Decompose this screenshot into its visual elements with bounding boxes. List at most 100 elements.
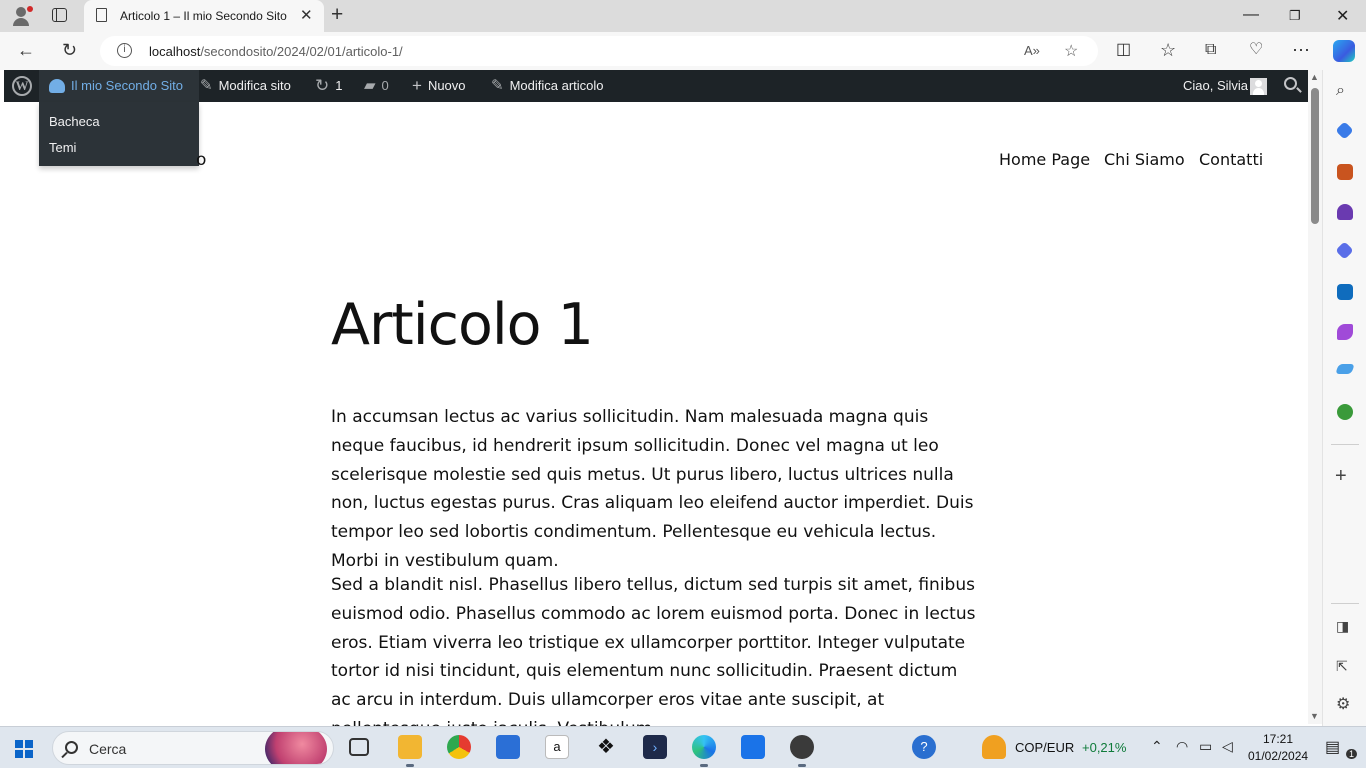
- taskbar-search-box[interactable]: Cerca: [52, 731, 334, 765]
- url-text[interactable]: localhost/secondosito/2024/02/01/articol…: [149, 44, 403, 59]
- collections-icon[interactable]: ⧉: [1205, 40, 1216, 60]
- volume-icon[interactable]: ◁: [1222, 738, 1233, 755]
- minimize-icon[interactable]: —: [1243, 6, 1259, 24]
- drop-send-icon[interactable]: [1335, 364, 1355, 374]
- scroll-up-arrow-icon[interactable]: ▲: [1310, 72, 1319, 82]
- github-icon[interactable]: [790, 735, 814, 767]
- favorites-icon[interactable]: ☆: [1160, 40, 1176, 60]
- updates-link[interactable]: ↻ 1: [315, 70, 342, 102]
- more-icon[interactable]: ⋯: [1292, 40, 1310, 60]
- scroll-down-arrow-icon[interactable]: ▼: [1310, 711, 1319, 721]
- dashboard-gauge-icon: [49, 79, 65, 93]
- sidebar-search-icon[interactable]: ⌕: [1336, 82, 1345, 100]
- edit-site-link[interactable]: ✎ Modifica sito: [200, 70, 291, 102]
- notifications-icon[interactable]: ▤: [1325, 737, 1340, 757]
- taskbar-search-placeholder: Cerca: [89, 741, 127, 757]
- chevron-up-icon[interactable]: ⌃: [1151, 738, 1163, 755]
- split-screen-icon[interactable]: ◫: [1116, 40, 1131, 60]
- nav-chi-siamo[interactable]: Chi Siamo: [1104, 150, 1185, 169]
- chrome-icon[interactable]: [447, 735, 471, 759]
- new-content-link[interactable]: + Nuovo: [412, 70, 466, 102]
- updates-count: 1: [335, 78, 343, 93]
- windows-taskbar: Cerca a ❖ › ? COP/EUR +0,21% ⌃ ◠ ▭ ◁ 17:…: [0, 726, 1366, 768]
- site-name-dropdown: Bacheca Temi: [39, 102, 199, 166]
- designer-icon[interactable]: [1337, 324, 1353, 340]
- mail-icon[interactable]: [741, 735, 765, 759]
- edit-site-label: Modifica sito: [218, 78, 291, 93]
- microsoft-store-icon[interactable]: [496, 735, 520, 759]
- powershell-icon[interactable]: ›: [643, 735, 667, 759]
- nav-home-page[interactable]: Home Page: [999, 150, 1090, 169]
- site-name-label: Il mio Secondo Sito: [71, 78, 184, 93]
- plus-icon[interactable]: +: [331, 3, 343, 27]
- nav-contatti[interactable]: Contatti: [1199, 150, 1263, 169]
- search-icon: [65, 741, 78, 754]
- gear-icon[interactable]: ⚙: [1336, 696, 1350, 714]
- clock-date[interactable]: 01/02/2024: [1248, 749, 1308, 763]
- site-title[interactable]: o: [196, 150, 206, 170]
- open-external-icon[interactable]: ⇱: [1336, 657, 1348, 675]
- close-window-icon[interactable]: ✕: [1336, 6, 1349, 26]
- refresh-icon[interactable]: ↻: [62, 40, 77, 60]
- wordpress-logo-icon[interactable]: W: [12, 76, 32, 96]
- add-plus-icon[interactable]: +: [1335, 466, 1347, 486]
- task-view-icon[interactable]: [349, 738, 369, 756]
- dropdown-item-temi[interactable]: Temi: [49, 140, 76, 155]
- edge-icon[interactable]: [692, 735, 716, 767]
- tools-briefcase-icon[interactable]: [1337, 164, 1353, 180]
- edit-post-label: Modifica articolo: [509, 78, 604, 93]
- currency-widget-icon[interactable]: [982, 735, 1006, 759]
- widget-label[interactable]: COP/EUR: [1015, 740, 1074, 755]
- site-info-icon[interactable]: i: [117, 43, 132, 58]
- battery-icon[interactable]: ▭: [1199, 738, 1212, 755]
- pencil-icon: ✎: [491, 77, 504, 94]
- browser-toolbar: ← ↻ i localhost/secondosito/2024/02/01/a…: [0, 32, 1366, 70]
- sidebar-divider: [1331, 444, 1359, 445]
- clock-time[interactable]: 17:21: [1263, 732, 1293, 746]
- wp-admin-bar: W Il mio Secondo Sito ✎ Modifica sito ↻ 1 …: [4, 70, 1308, 102]
- file-explorer-icon[interactable]: [398, 735, 422, 767]
- address-bar[interactable]: i localhost/secondosito/2024/02/01/artic…: [100, 36, 1098, 66]
- edit-post-link[interactable]: ✎ Modifica articolo: [491, 70, 604, 102]
- restore-icon[interactable]: ❐: [1289, 8, 1301, 24]
- windows-start-icon[interactable]: [15, 740, 33, 758]
- account-greeting[interactable]: Ciao, Silvia: [1183, 70, 1248, 102]
- copilot-icon[interactable]: [1333, 40, 1355, 62]
- outlook-icon[interactable]: [1337, 284, 1353, 300]
- help-icon[interactable]: ?: [912, 735, 936, 759]
- avatar[interactable]: [1250, 78, 1267, 95]
- url-host: localhost: [149, 44, 201, 59]
- search-icon[interactable]: [1284, 77, 1297, 90]
- back-arrow-icon[interactable]: ←: [17, 40, 35, 60]
- heart-pulse-icon[interactable]: ♡: [1249, 40, 1263, 60]
- page-scrollbar[interactable]: ▲ ▼: [1308, 70, 1322, 724]
- comments-link[interactable]: ▰ 0: [364, 70, 389, 102]
- dropbox-icon[interactable]: ❖: [594, 735, 618, 759]
- star-icon[interactable]: ☆: [1064, 41, 1078, 61]
- amazon-icon[interactable]: a: [545, 735, 569, 759]
- hide-sidebar-icon[interactable]: ◨: [1336, 617, 1349, 635]
- read-aloud-icon[interactable]: A»: [1024, 43, 1040, 58]
- browser-tab-strip: Articolo 1 – Il mio Secondo Sito ✕ + — ❐…: [0, 0, 1366, 32]
- wifi-icon[interactable]: ◠: [1176, 738, 1188, 755]
- sidebar-divider: [1331, 603, 1359, 604]
- profile-icon[interactable]: [10, 5, 34, 27]
- shopping-tag-icon[interactable]: [1335, 121, 1354, 140]
- browser-tab[interactable]: Articolo 1 – Il mio Secondo Sito ✕: [84, 0, 324, 32]
- url-path: /secondosito/2024/02/01/articolo-1/: [200, 44, 403, 59]
- widget-value[interactable]: +0,21%: [1082, 740, 1126, 755]
- scrollbar-thumb[interactable]: [1311, 88, 1319, 224]
- tab-actions-icon[interactable]: [52, 8, 67, 22]
- tree-icon[interactable]: [1337, 404, 1353, 420]
- dropdown-item-bacheca[interactable]: Bacheca: [49, 114, 100, 129]
- tab-title: Articolo 1 – Il mio Secondo Sito: [120, 9, 287, 23]
- updates-icon: ↻: [315, 76, 330, 95]
- notification-badge: 1: [1346, 749, 1358, 759]
- post-paragraph-2: Sed a blandit nisl. Phasellus libero tel…: [331, 575, 976, 726]
- games-chess-icon[interactable]: [1337, 204, 1353, 220]
- admin-bar-site-name[interactable]: Il mio Secondo Sito: [39, 70, 199, 102]
- edge-sidebar: ⌕ + ◨ ⇱ ⚙: [1322, 70, 1366, 726]
- microsoft-365-icon[interactable]: [1335, 241, 1354, 260]
- page-icon: [96, 8, 107, 22]
- close-tab-icon[interactable]: ✕: [300, 6, 313, 24]
